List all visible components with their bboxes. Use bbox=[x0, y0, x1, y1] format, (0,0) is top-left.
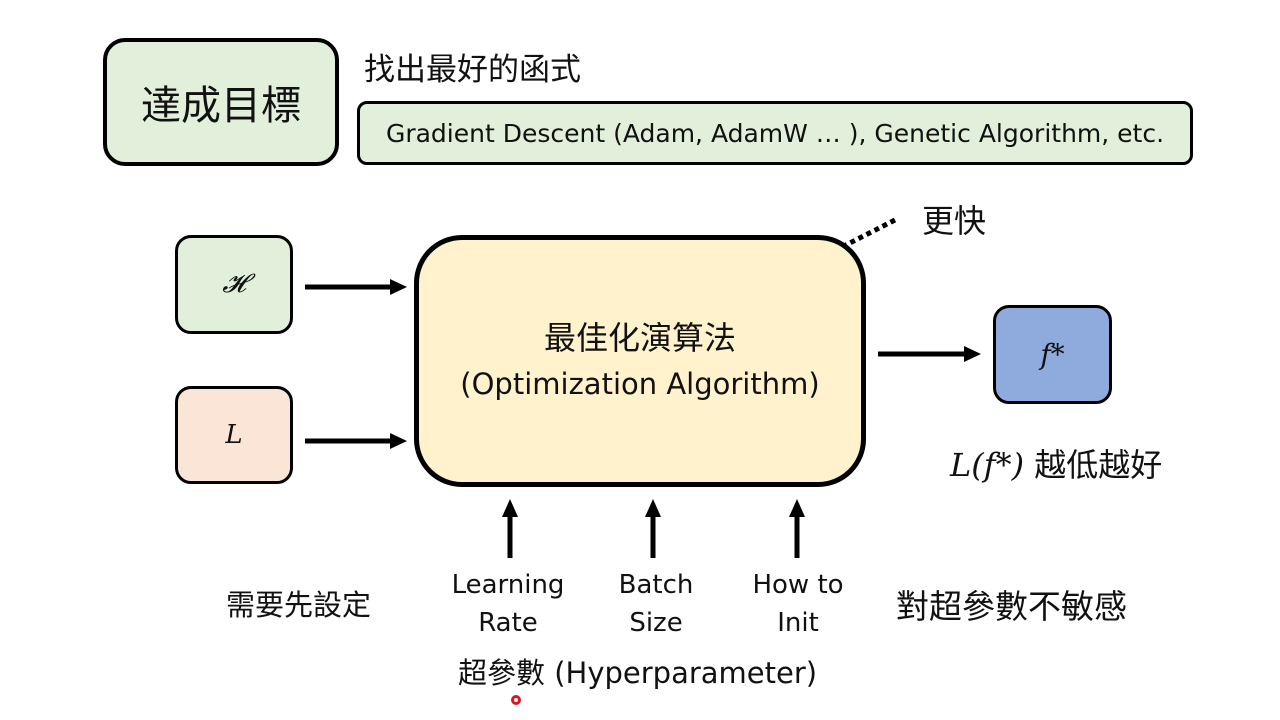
faster-dotted-line bbox=[838, 217, 897, 251]
hyperparameter-line2: Size bbox=[629, 608, 683, 638]
hyperparameter-line1: Learning bbox=[451, 570, 565, 600]
hyperparameter-learning-rate: Learning Rate bbox=[438, 566, 578, 642]
faster-note: 更快 bbox=[922, 202, 987, 240]
laser-pointer-dot bbox=[511, 695, 521, 705]
best-function-box: f* bbox=[993, 305, 1112, 404]
loss-box: L bbox=[175, 386, 293, 484]
need-to-set-note: 需要先設定 bbox=[226, 588, 372, 622]
loss-note: 越低越好 bbox=[1034, 446, 1163, 484]
optimizer-title-zh: 最佳化演算法 bbox=[543, 319, 736, 357]
optimizer-title-en: (Optimization Algorithm) bbox=[460, 367, 820, 401]
find-best-function-title: 找出最好的函式 bbox=[364, 52, 581, 88]
hyperparameter-batch-size: Batch Size bbox=[586, 566, 726, 642]
hyperparameter-line2: Init bbox=[777, 608, 819, 638]
arrow-optimizer-to-f-head bbox=[964, 346, 981, 362]
goal-box: 達成目標 bbox=[103, 38, 339, 166]
loss-expression: L(f*) bbox=[950, 446, 1025, 484]
loss-symbol: L bbox=[225, 420, 243, 450]
methods-text: Gradient Descent (Adam, AdamW … ), Genet… bbox=[385, 118, 1165, 148]
insensitive-to-hyperparameters-note: 對超參數不敏感 bbox=[896, 587, 1127, 626]
arrow-learning-rate-up-head bbox=[502, 499, 518, 517]
best-function-label: f* bbox=[1040, 338, 1065, 371]
hyperparameter-line1: Batch bbox=[618, 570, 694, 600]
arrow-l-to-optimizer-head bbox=[390, 433, 407, 449]
arrow-h-to-optimizer-head bbox=[390, 279, 407, 295]
methods-box: Gradient Descent (Adam, AdamW … ), Genet… bbox=[357, 101, 1193, 165]
hyperparameter-label: 超參數 (Hyperparameter) bbox=[458, 656, 818, 690]
goal-label: 達成目標 bbox=[141, 83, 301, 129]
hypothesis-set-box: 𝓗 bbox=[175, 235, 293, 334]
hyperparameter-init: How to Init bbox=[728, 566, 868, 642]
hypothesis-symbol: 𝓗 bbox=[222, 269, 246, 299]
hyperparameter-line1: How to bbox=[752, 570, 844, 600]
loss-of-best-function: L(f*) 越低越好 bbox=[950, 440, 1162, 486]
hyperparameter-line2: Rate bbox=[478, 608, 538, 638]
arrow-batch-size-up-head bbox=[645, 499, 661, 517]
arrow-init-up-head bbox=[789, 499, 805, 517]
optimization-algorithm-box: 最佳化演算法 (Optimization Algorithm) bbox=[414, 235, 866, 487]
